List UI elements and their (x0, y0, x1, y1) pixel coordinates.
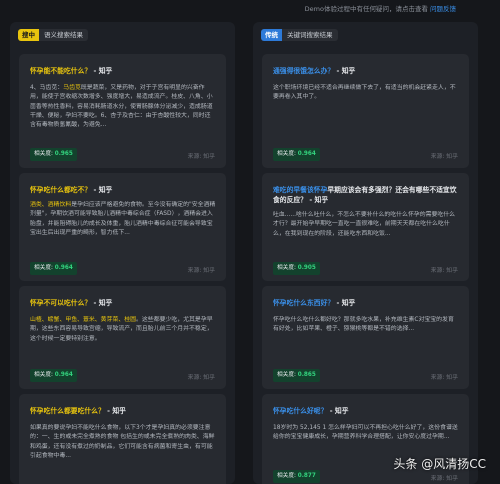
result-source: 来源: 知乎 (430, 476, 458, 482)
result-snippet: 怀孕吃什么吃什么都好吃？那就多吃水果，补充维生素C对宝宝的发育有好处，比如苹果、… (273, 317, 454, 333)
result-snippet: 山楂、螃蟹、甲鱼、薏米、黄芽菜、桂圆。这些都要少吃，尤其是孕早期，这些东西容易导… (30, 317, 213, 342)
relevance-score: 相关度: 0.905 (273, 262, 320, 275)
result-source: 来源: 知乎 (187, 154, 215, 160)
result-title[interactable]: 怀孕吃什么东西好？ - 知乎 (273, 298, 459, 308)
result-source: 来源: 知乎 (430, 268, 458, 274)
result-title[interactable]: 怀孕吃什么好呢？ - 知乎 (273, 406, 459, 416)
result-card[interactable]: 怀孕吃什么东西好？ - 知乎 怀孕吃什么吃什么都好吃？那就多吃水果，补充维生素C… (262, 286, 469, 389)
relevance-score: 相关度: 0.964 (30, 369, 77, 382)
result-title[interactable]: 难吃的早餐该怀孕早期应该会有多强烈？还会有哪些不适宜饮食的反应？ - 知乎 (273, 185, 459, 205)
watermark: 头条 @风清扬CC (393, 457, 486, 471)
tag-label: 语义搜索结果 (39, 29, 88, 41)
relevance-score: 相关度: 0.877 (273, 470, 320, 483)
result-snippet: 如果真的要说孕妇不能吃什么食物，以下3个才是孕妇真的必须要注意的：一、生的或未完… (30, 425, 215, 459)
result-source: 来源: 知乎 (187, 375, 215, 381)
result-title[interactable]: 怀孕不可以吃什么？ - 知乎 (30, 298, 216, 308)
result-card[interactable]: 怀孕不可以吃什么？ - 知乎 山楂、螃蟹、甲鱼、薏米、黄芽菜、桂圆。这些都要少吃… (19, 286, 226, 389)
result-card[interactable]: 怀孕吃什么都吃不？ - 知乎 酒类、酒精饮料是孕妇应该严格避免的食物。至今没有确… (19, 173, 226, 281)
tag-badge: 传统 (261, 29, 282, 41)
result-card[interactable]: 怀孕能不能吃什么？ - 知乎 4、马齿苋：马齿苋既是蔬菜，又是药物，对于子宫有明… (19, 54, 226, 168)
result-source: 来源: 知乎 (430, 154, 458, 160)
feedback-link[interactable]: 问题反馈 (430, 3, 456, 13)
result-snippet: 酒类、酒精饮料是孕妇应该严格避免的食物。至今没有确定的"安全酒精剂量"，孕期饮酒… (30, 202, 216, 236)
top-notice-bar: Demo体验过程中有任何疑问，请点击查看 问题反馈 (0, 0, 500, 16)
keyword-results-panel: 传统 关键词搜索结果 通强得很饿怎么办？ - 知乎 这个职场环境已经不适合再继续… (253, 22, 478, 484)
result-title[interactable]: 通强得很饿怎么办？ - 知乎 (273, 66, 459, 76)
result-card[interactable]: 难吃的早餐该怀孕早期应该会有多强烈？还会有哪些不适宜饮食的反应？ - 知乎 吐血… (262, 173, 469, 281)
result-snippet: 这个职场环境已经不适合再继续做下去了，有适当的机会赶紧走人，不要再卷入其中了。 (273, 85, 456, 101)
result-snippet: 4、马齿苋：马齿苋既是蔬菜，又是药物，对于子宫有明显的兴奋作用，能使子宫收缩次数… (30, 85, 213, 129)
semantic-results-tag: 搜中 语义搜索结果 (18, 29, 88, 41)
relevance-score: 相关度: 0.964 (30, 262, 77, 275)
result-title[interactable]: 怀孕吃什么都要吃什么？ - 知乎 (30, 406, 216, 416)
relevance-score: 相关度: 0.964 (273, 148, 320, 161)
tag-badge: 搜中 (18, 29, 39, 41)
result-title[interactable]: 怀孕能不能吃什么？ - 知乎 (30, 66, 216, 76)
tag-label: 关键词搜索结果 (282, 29, 338, 41)
result-card[interactable]: 怀孕吃什么都要吃什么？ - 知乎 如果真的要说孕妇不能吃什么食物，以下3个才是孕… (19, 394, 226, 484)
relevance-score: 相关度: 0.965 (30, 148, 77, 161)
result-card[interactable]: 通强得很饿怎么办？ - 知乎 这个职场环境已经不适合再继续做下去了，有适当的机会… (262, 54, 469, 168)
keyword-results-tag: 传统 关键词搜索结果 (261, 29, 338, 41)
result-snippet: 吐血......啥什么吐什么，不怎么不要补什么的吃什么怀孕的需要吃什么才行？最开… (273, 212, 456, 237)
notice-text: Demo体验过程中有任何疑问，请点击查看 (304, 5, 428, 13)
semantic-results-panel: 搜中 语义搜索结果 怀孕能不能吃什么？ - 知乎 4、马齿苋：马齿苋既是蔬菜，又… (10, 22, 235, 484)
result-source: 来源: 知乎 (430, 375, 458, 381)
relevance-score: 相关度: 0.865 (273, 369, 320, 382)
result-title[interactable]: 怀孕吃什么都吃不？ - 知乎 (30, 185, 216, 195)
result-source: 来源: 知乎 (187, 268, 215, 274)
